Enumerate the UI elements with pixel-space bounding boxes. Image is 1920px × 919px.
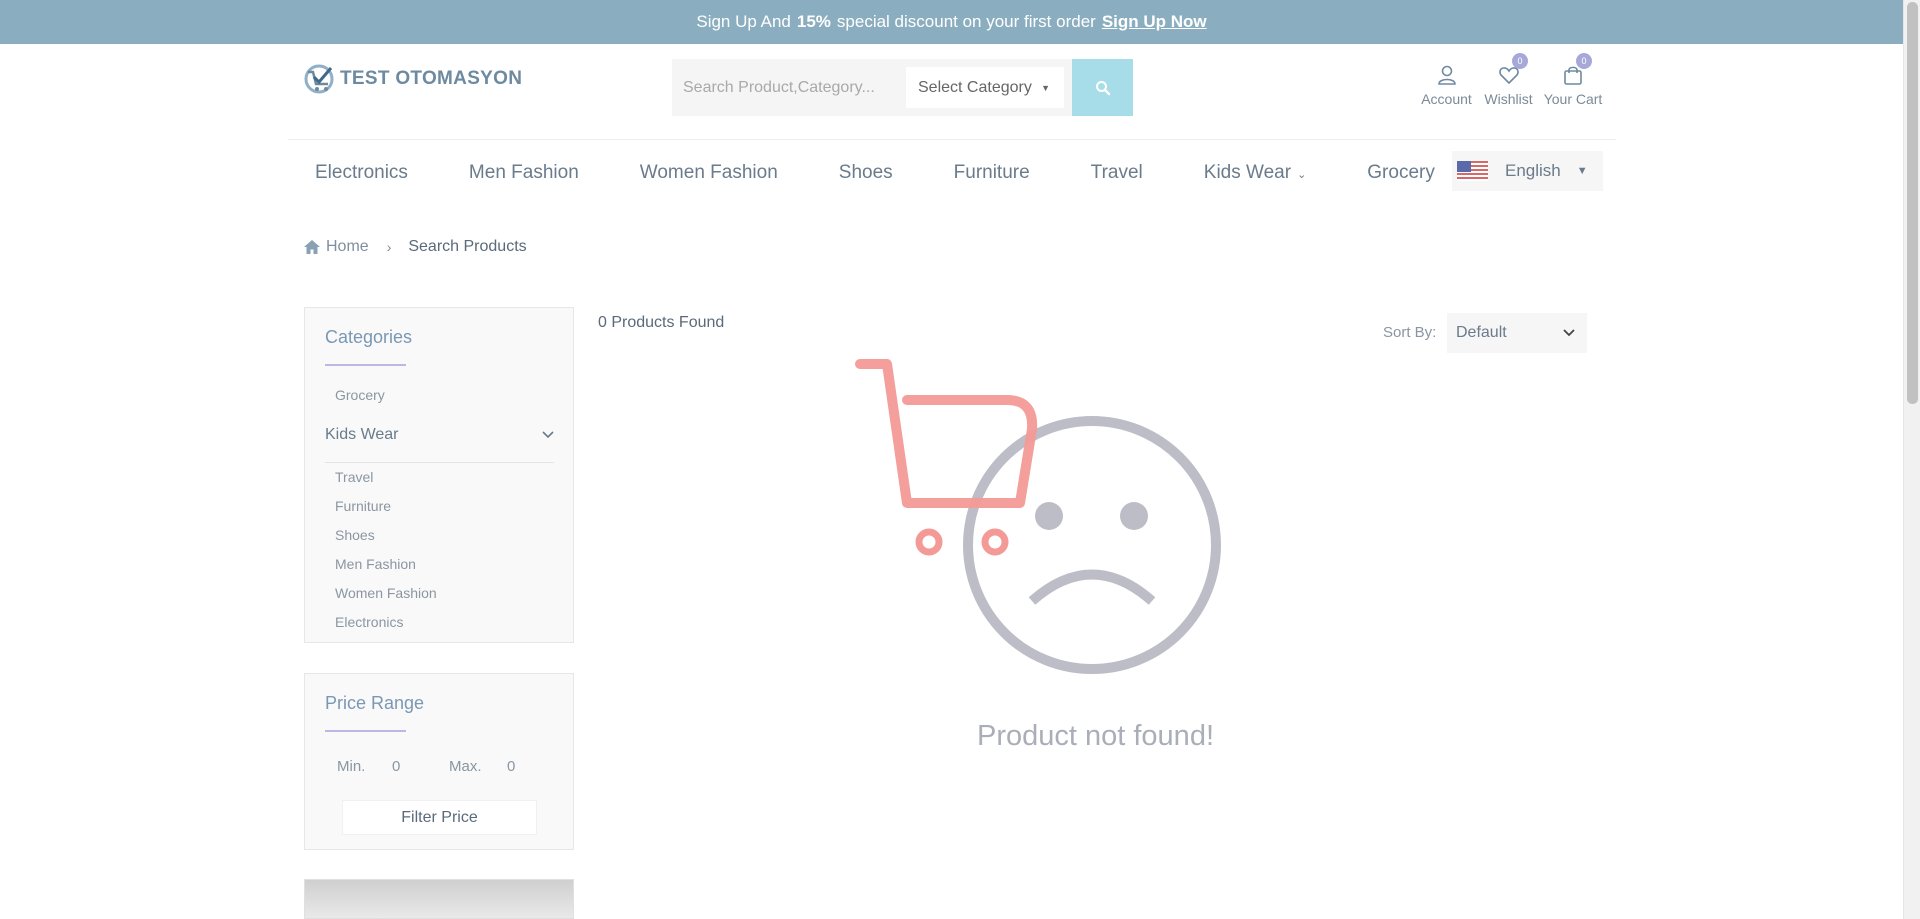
sign-up-link[interactable]: Sign Up Now (1102, 12, 1207, 32)
cart-button[interactable]: 0 Your Cart (1540, 53, 1606, 107)
nav-item-women-fashion[interactable]: Women Fashion (640, 162, 778, 184)
search-button[interactable] (1072, 59, 1133, 116)
main-nav: Electronics Men Fashion Women Fashion Sh… (315, 162, 1496, 184)
search-bar: Select Category ▼ (672, 59, 1133, 116)
chevron-down-icon: ⌄ (1297, 169, 1307, 181)
promo-highlight: 15% (796, 12, 831, 31)
sort-select[interactable]: Default (1447, 313, 1587, 353)
nav-item-travel[interactable]: Travel (1091, 162, 1143, 184)
chevron-right-icon: › (386, 239, 392, 255)
title-underline (325, 364, 406, 366)
categories-panel: Categories Grocery Kids Wear Travel Furn… (304, 307, 574, 643)
sort-value: Default (1456, 324, 1507, 341)
nav-item-electronics[interactable]: Electronics (315, 162, 408, 184)
wishlist-label: Wishlist (1484, 91, 1533, 107)
caret-down-icon: ▼ (1041, 82, 1050, 93)
chevron-down-icon (542, 431, 554, 439)
category-item-grocery[interactable]: Grocery (335, 387, 385, 403)
chevron-down-icon (1563, 329, 1575, 337)
header-divider (288, 139, 1616, 140)
min-price-input[interactable]: 0 (392, 758, 400, 775)
nav-item-men-fashion[interactable]: Men Fashion (469, 162, 579, 184)
site-logo[interactable]: TEST OTOMASYON (302, 62, 522, 96)
user-icon (1437, 65, 1456, 85)
max-price-input[interactable]: 0 (507, 758, 515, 775)
search-input[interactable] (672, 78, 900, 97)
min-label: Min. (337, 758, 366, 775)
nav-item-shoes[interactable]: Shoes (839, 162, 893, 184)
nav-item-furniture[interactable]: Furniture (954, 162, 1030, 184)
sad-cart-icon (855, 359, 1221, 674)
subcategory-item[interactable]: Shoes (335, 527, 375, 543)
search-icon (1095, 80, 1110, 95)
page-scrollbar[interactable] (1903, 0, 1920, 919)
price-range-title: Price Range (325, 693, 425, 713)
category-select[interactable]: Select Category ▼ (906, 67, 1064, 108)
wishlist-button[interactable]: 0 Wishlist (1477, 53, 1540, 107)
nav-item-grocery[interactable]: Grocery (1367, 162, 1435, 184)
filter-price-button[interactable]: Filter Price (342, 800, 537, 835)
cart-check-logo-icon (304, 64, 334, 94)
price-range-panel: Price Range Min. 0 Max. 0 Filter Price (304, 673, 574, 850)
subcategory-item[interactable]: Women Fashion (335, 585, 437, 601)
promo-text-end: special discount on your first order (836, 12, 1096, 31)
breadcrumb-current: Search Products (408, 238, 527, 255)
subcategory-item[interactable]: Furniture (335, 498, 391, 514)
categories-title: Categories (325, 327, 413, 347)
promo-bar: Sign Up And 15% special discount on your… (0, 0, 1903, 44)
us-flag-icon (1457, 161, 1488, 181)
subcategory-item[interactable]: Electronics (335, 614, 403, 630)
account-label: Account (1421, 91, 1472, 107)
cart-badge: 0 (1576, 53, 1592, 69)
wishlist-badge: 0 (1512, 53, 1528, 69)
scrollbar-thumb[interactable] (1907, 2, 1918, 404)
category-select-label: Select Category (918, 78, 1032, 96)
category-divider (325, 462, 554, 463)
nav-item-kids-wear-label: Kids Wear (1203, 162, 1292, 183)
language-label: English (1505, 161, 1561, 180)
category-item-kids-wear[interactable]: Kids Wear (325, 426, 554, 444)
cart-label: Your Cart (1543, 91, 1603, 107)
kids-wear-label: Kids Wear (325, 426, 399, 443)
caret-down-icon: ▼ (1576, 165, 1588, 177)
subcategory-item[interactable]: Men Fashion (335, 556, 416, 572)
breadcrumb-home[interactable]: Home (326, 238, 369, 256)
language-select[interactable]: English ▼ (1452, 151, 1603, 191)
home-icon (304, 240, 320, 254)
sidebar-banner[interactable] (304, 879, 574, 919)
title-underline (325, 730, 406, 732)
promo-text-start: Sign Up And (696, 12, 791, 31)
products-found-count: 0 Products Found (598, 314, 725, 331)
breadcrumb: Home › Search Products (303, 238, 527, 256)
logo-text: TEST OTOMASYON (340, 68, 523, 89)
max-label: Max. (449, 758, 482, 775)
product-not-found-message: Product not found! (977, 720, 1214, 752)
account-button[interactable]: Account (1416, 64, 1477, 107)
header-actions: Account 0 Wishlist 0 Your Cart (1416, 53, 1606, 107)
nav-item-kids-wear[interactable]: Kids Wear ⌄ (1204, 162, 1307, 184)
subcategory-item[interactable]: Travel (335, 469, 373, 485)
sort-label: Sort By: (1383, 324, 1437, 341)
